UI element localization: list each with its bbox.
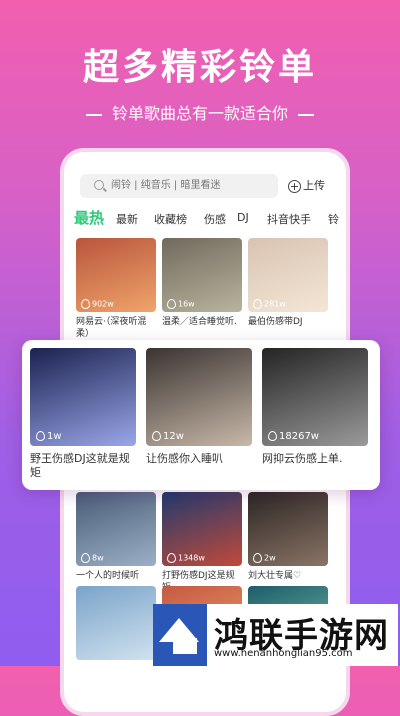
featured-title: 让伤感你入睡叭 — [146, 452, 223, 465]
featured-title: 野王伤感DJ这就是规矩 — [30, 452, 130, 479]
flame-icon — [268, 431, 277, 441]
subline-text: 铃单歌曲总有一款适合你 — [111, 104, 288, 123]
playlist-title: 网易云·（深夜听混柔） — [76, 317, 147, 339]
featured-cover: 18267w — [262, 348, 368, 446]
play-count: 902w — [81, 299, 114, 309]
upload-label: 上传 — [303, 179, 325, 192]
tab-hot[interactable]: 最热 — [74, 207, 104, 228]
play-count: 8w — [81, 553, 104, 563]
tab-ringtone[interactable]: 铃 — [328, 211, 339, 227]
playlist-cover: 2w — [248, 492, 328, 566]
play-count-value: 1w — [47, 431, 62, 442]
play-count-value: 12w — [163, 431, 184, 442]
play-count: 18267w — [268, 431, 319, 442]
featured-card[interactable]: 12w 让伤感你入睡叭 — [146, 348, 252, 466]
featured-panel: 1w 野王伤感DJ这就是规矩 12w 让伤感你入睡叭 18267w 网抑云伤感上单. — [22, 340, 380, 490]
divider — [85, 113, 102, 116]
play-count-value: 902w — [92, 299, 114, 309]
flame-icon — [152, 431, 161, 441]
playlist-cover: 16w — [162, 238, 242, 312]
search-placeholder: 闹铃 | 纯音乐 | 暗里看迷 — [111, 180, 221, 191]
playlist-title: 刘大壮专属♡ — [248, 571, 302, 581]
flame-icon — [81, 553, 90, 563]
featured-card[interactable]: 18267w 网抑云伤感上单. — [262, 348, 368, 466]
playlist-card[interactable]: 1348w打野伤感DJ这是规矩 — [162, 492, 242, 594]
plus-icon: + — [288, 179, 301, 193]
upload-button[interactable]: + 上传 — [288, 176, 325, 196]
play-count: 1w — [36, 431, 62, 442]
playlist-title: 最伯伤感带DJ — [248, 317, 303, 327]
play-count: 1348w — [167, 553, 205, 563]
playlist-title: 一个人的时候听 — [76, 571, 140, 581]
featured-cover: 1w — [30, 348, 136, 446]
play-count-value: 16w — [178, 299, 195, 309]
flame-icon — [167, 299, 176, 309]
search-input[interactable]: 闹铃 | 纯音乐 | 暗里看迷 — [80, 174, 278, 198]
flame-icon — [253, 299, 262, 309]
playlist-card[interactable]: 281w 最伯伤感带DJ — [248, 238, 328, 328]
playlist-cover: 281w — [248, 238, 328, 312]
play-count-value: 18267w — [279, 431, 319, 442]
playlist-card[interactable]: 16w 温柔／适合睡觉听. — [162, 238, 242, 328]
playlist-cover — [76, 586, 156, 660]
play-count: 12w — [152, 431, 184, 442]
playlist-cover: 8w — [76, 492, 156, 566]
playlist-card[interactable]: 2w 刘大壮专属♡ — [248, 492, 328, 582]
play-count-value: 281w — [264, 299, 286, 309]
divider — [298, 113, 314, 116]
featured-cover: 12w — [146, 348, 252, 446]
subline: 铃单歌曲总有一款适合你 — [0, 100, 400, 124]
playlist-card[interactable] — [76, 586, 156, 660]
tab-douyin[interactable]: 抖音快手 — [267, 211, 311, 227]
playlist-cover: 902w — [76, 238, 156, 312]
playlist-card[interactable]: 902w 网易云·（深夜听混柔） — [76, 238, 156, 340]
tab-latest[interactable]: 最新 — [116, 211, 138, 227]
tab-sad[interactable]: 伤感 — [204, 211, 226, 227]
featured-title: 网抑云伤感上单. — [262, 452, 343, 465]
tab-dj[interactable]: DJ — [237, 211, 249, 224]
headline: 超多精彩铃单 — [82, 47, 317, 88]
watermark-url: www.henanhonglian95.com — [214, 648, 353, 659]
play-count-value: 2w — [264, 553, 276, 563]
featured-card[interactable]: 1w 野王伤感DJ这就是规矩 — [30, 348, 136, 480]
flame-icon — [253, 553, 262, 563]
play-count-value: 1348w — [178, 553, 205, 563]
search-icon — [94, 180, 104, 190]
flame-icon — [167, 553, 176, 563]
tab-favorites[interactable]: 收藏榜 — [154, 211, 187, 227]
play-count-value: 8w — [92, 553, 104, 563]
playlist-card[interactable]: 8w 一个人的时候听 — [76, 492, 156, 582]
playlist-cover: 1348w — [162, 492, 242, 566]
flame-icon — [36, 431, 45, 441]
logo-icon — [153, 604, 207, 666]
flame-icon — [81, 299, 90, 309]
play-count: 2w — [253, 553, 276, 563]
play-count: 281w — [253, 299, 286, 309]
play-count: 16w — [167, 299, 195, 309]
playlist-title: 温柔／适合睡觉听. — [162, 317, 237, 327]
